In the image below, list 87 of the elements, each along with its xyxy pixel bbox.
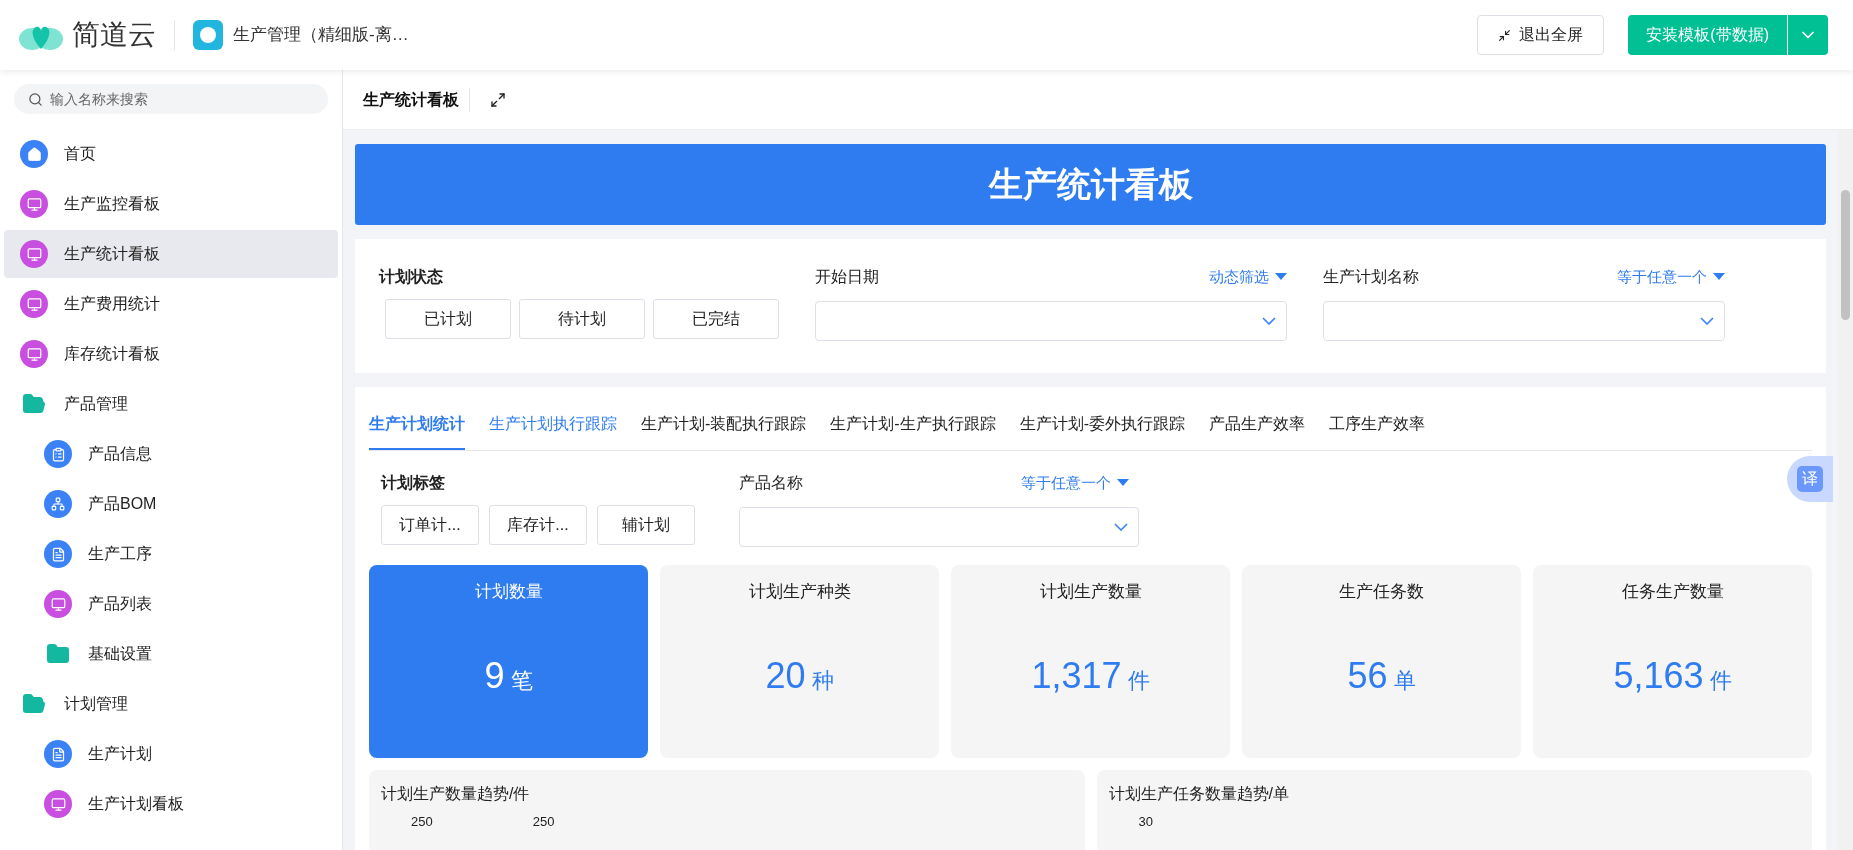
sidebar-item[interactable]: 生产计划看板 [4,780,338,828]
clipboard-icon [44,440,72,468]
sidebar-item[interactable]: 生产监控看板 [4,180,338,228]
caret-icon [1275,273,1287,281]
kpi-value: 56 [1347,653,1388,698]
home-icon [20,140,48,168]
select-field[interactable] [739,507,1139,547]
page-title: 生产统计看板 [363,87,470,112]
tab[interactable]: 生产计划-委外执行跟踪 [1019,400,1185,450]
kpi-value: 5,163 [1613,653,1704,698]
filter-mode-dropdown[interactable]: 等于任意一个 [1021,471,1129,495]
sidebar-item[interactable]: 产品管理 [4,380,338,428]
banner: 生产统计看板 [355,144,1826,225]
fullscreen-icon[interactable] [490,91,506,108]
kpi-unit: 笔 [510,666,533,695]
erp-app-icon [193,20,223,50]
hierarchy-icon [44,490,72,518]
app-title: 生产管理（精细版-离… [233,24,409,47]
kpi-title: 计划生产数量 [1039,581,1142,603]
kpi-value: 9 [484,653,505,698]
monitor-icon [44,790,72,818]
filter-label: 开始日期 [815,267,879,287]
chart-label: 250 [411,813,433,831]
chart-title: 计划生产数量趋势/件 [381,784,531,804]
tab[interactable]: 生产计划执行跟踪 [489,400,617,450]
kpi-value: 1,317 [1031,653,1122,698]
tag-option[interactable]: 订单计... [381,505,479,545]
dropdown-button[interactable] [1788,15,1828,55]
tab[interactable]: 生产计划-生产执行跟踪 [830,400,996,450]
status-option[interactable]: 已计划 [385,299,511,339]
document-icon [44,740,72,768]
chart-label: 30 [1138,813,1153,831]
tab[interactable]: 生产计划-装配执行跟踪 [641,400,807,450]
status-option[interactable]: 待计划 [519,299,645,339]
tag-option[interactable]: 辅计划 [597,505,695,545]
filter-label: 产品名称 [739,473,803,493]
chevron-down-icon [1700,317,1714,325]
filter-mode-dropdown[interactable]: 等于任意一个 [1617,265,1725,289]
chevron-down-icon [1262,317,1276,325]
filter-mode-dropdown[interactable]: 动态筛选 [1209,265,1287,289]
kpi-unit: 件 [1127,666,1150,695]
search-field[interactable]: 输入名称来搜索 [14,84,328,114]
search-icon [28,92,43,107]
kpi-unit: 种 [811,666,834,695]
caret-icon [1117,479,1129,487]
tab[interactable]: 产品生产效率 [1209,400,1305,450]
exit-fullscreen-button[interactable]: 退出全屏 [1477,15,1605,55]
monitor-icon [44,590,72,618]
monitor-icon [20,340,48,368]
sidebar-item[interactable]: 首页 [4,130,338,178]
minimize-icon [1498,28,1512,42]
kpi-unit: 单 [1393,666,1416,695]
tab[interactable]: 生产计划统计 [369,400,465,450]
sidebar-item[interactable]: 计划管理 [4,680,338,728]
sidebar-item[interactable]: 生产费用统计 [4,280,338,328]
sidebar-item[interactable]: 产品列表 [4,580,338,628]
filter-label: 生产计划名称 [1323,267,1419,287]
kpi-title: 计划数量 [474,581,543,603]
document-icon [44,540,72,568]
chart-label: 250 [532,813,555,831]
sidebar-item[interactable]: 产品信息 [4,430,338,478]
tag-option[interactable]: 库存计... [489,505,587,545]
select-field[interactable] [1323,301,1725,341]
brand-name: 简道云 [72,18,156,52]
caret-icon [1713,273,1725,281]
tab[interactable]: 工序生产效率 [1329,400,1425,450]
kpi-title: 生产任务数 [1339,581,1424,603]
kpi-unit: 件 [1709,666,1732,695]
kpi-value: 20 [765,653,806,698]
chart-title: 计划生产任务数量趋势/单 [1108,784,1290,804]
chevron-down-icon [1114,523,1128,531]
select-field[interactable] [815,301,1287,341]
scrollbar[interactable] [1838,130,1853,850]
sidebar-item[interactable]: 生产计划 [4,730,338,778]
sidebar-item[interactable]: 生产统计看板 [4,230,338,278]
sidebar-item[interactable]: 产品BOM [4,480,338,528]
status-option[interactable]: 已完结 [653,299,779,339]
monitor-icon [20,290,48,318]
kpi-title: 任务生产数量 [1621,581,1724,603]
monitor-icon [20,240,48,268]
kpi-title: 计划生产种类 [748,581,851,603]
filter-label: 计划标签 [381,473,446,493]
sidebar-item[interactable]: 生产工序 [4,530,338,578]
filter-label: 计划状态 [379,267,444,287]
sidebar-item[interactable]: 库存统计看板 [4,330,338,378]
sidebar-item[interactable]: 基础设置 [4,630,338,678]
monitor-icon [20,190,48,218]
